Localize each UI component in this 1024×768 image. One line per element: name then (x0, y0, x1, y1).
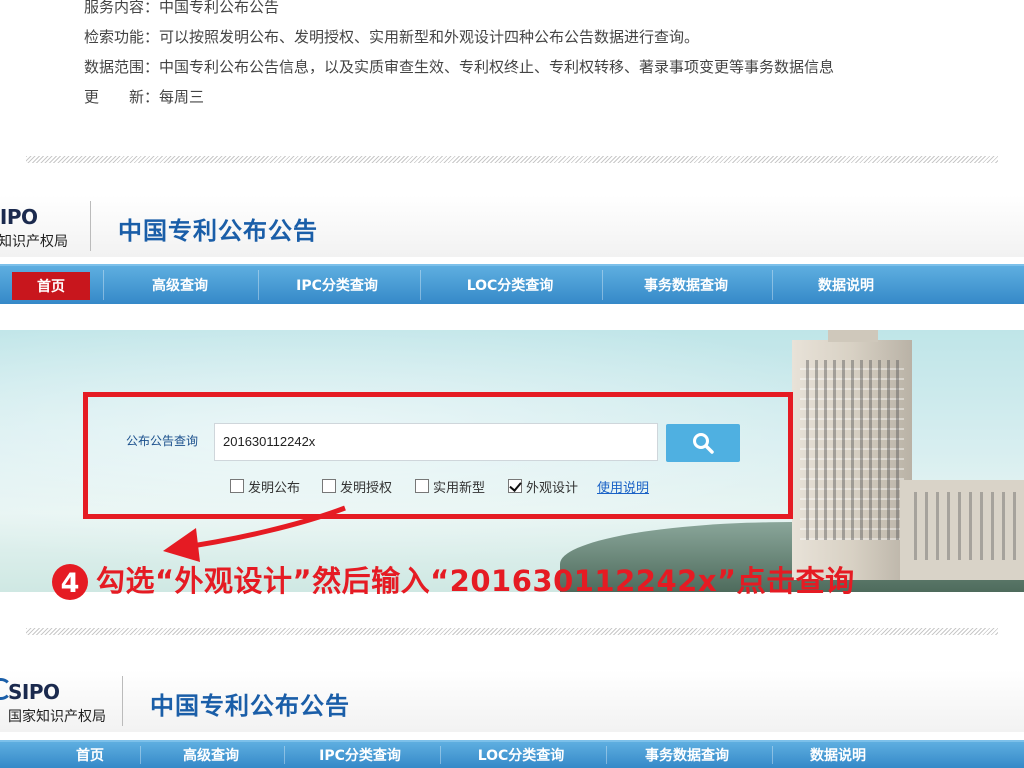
main-nav: 首页 高级查询 IPC分类查询 LOC分类查询 事务数据查询 数据说明 (0, 264, 1024, 304)
nav-item-loc-search[interactable]: LOC分类查询 (425, 266, 595, 304)
search-button[interactable] (666, 424, 740, 462)
checkbox-invention-publication[interactable]: 发明公布 (230, 476, 300, 496)
checkbox-box-checked[interactable] (508, 479, 522, 493)
checkbox-label: 实用新型 (433, 480, 486, 496)
nav-separator (440, 746, 441, 764)
site-header: SIPO 国家知识产权局 中国专利公布公告 (0, 195, 1024, 257)
nav-item-transaction-search[interactable]: 事务数据查询 (606, 266, 766, 304)
logo-text-en: SIPO (0, 205, 38, 229)
logo-text-cn: 国家知识产权局 (8, 709, 106, 725)
info-line-service: 服务内容：中国专利公布公告 (84, 0, 280, 16)
step-number-badge: 4 (52, 564, 88, 600)
nav-item-ipc-search[interactable]: IPC分类查询 (290, 742, 430, 768)
main-nav-repeat: 首页 高级查询 IPC分类查询 LOC分类查询 事务数据查询 数据说明 (0, 740, 1024, 768)
annex-building-image (900, 480, 1024, 580)
nav-item-data-description[interactable]: 数据说明 (776, 266, 916, 304)
usage-help-link[interactable]: 使用说明 (597, 477, 649, 496)
checkbox-box[interactable] (415, 479, 429, 493)
nav-separator (258, 270, 259, 300)
magnifier-icon (693, 433, 714, 454)
nav-item-advanced-search[interactable]: 高级查询 (110, 266, 250, 304)
nav-item-data-description[interactable]: 数据说明 (778, 742, 898, 768)
nav-item-home[interactable]: 首页 (12, 272, 90, 300)
checkbox-utility-model[interactable]: 实用新型 (415, 476, 485, 496)
hatched-divider (26, 628, 998, 635)
nav-item-transaction-search[interactable]: 事务数据查询 (612, 742, 762, 768)
nav-item-ipc-search[interactable]: IPC分类查询 (262, 266, 412, 304)
site-header-repeat: SIPO 国家知识产权局 中国专利公布公告 (0, 670, 1024, 732)
nav-separator (772, 746, 773, 764)
logo-divider (122, 676, 123, 726)
nav-separator (420, 270, 421, 300)
building-roof (828, 330, 878, 342)
checkbox-design[interactable]: 外观设计 (508, 476, 578, 496)
site-title[interactable]: 中国专利公布公告 (118, 211, 318, 246)
building-windows (800, 360, 904, 540)
info-line-update: 更 新：每周三 (84, 88, 205, 106)
nav-separator (772, 270, 773, 300)
nav-separator (606, 746, 607, 764)
nav-item-advanced-search[interactable]: 高级查询 (146, 742, 276, 768)
logo-text-cn: 国家知识产权局 (0, 234, 68, 250)
nav-separator (602, 270, 603, 300)
checkbox-invention-grant[interactable]: 发明授权 (322, 476, 392, 496)
search-input[interactable]: 201630112242x (214, 423, 658, 461)
site-title[interactable]: 中国专利公布公告 (150, 686, 350, 721)
office-building-image (792, 330, 912, 580)
annex-windows (906, 492, 1018, 560)
logo-divider (90, 201, 91, 251)
logo-text-en: SIPO (8, 680, 60, 704)
checkbox-box[interactable] (230, 479, 244, 493)
checkbox-label: 外观设计 (526, 480, 579, 496)
nav-item-home[interactable]: 首页 (50, 742, 130, 768)
checkbox-label: 发明公布 (248, 480, 301, 496)
checkbox-box[interactable] (322, 479, 336, 493)
checkbox-label: 发明授权 (340, 480, 393, 496)
hatched-divider (26, 156, 998, 163)
info-line-range: 数据范围：中国专利公布公告信息，以及实质审查生效、专利权终止、专利权转移、著录事… (84, 58, 835, 76)
nav-item-loc-search[interactable]: LOC分类查询 (446, 742, 596, 768)
instruction-text: 勾选“外观设计”然后输入“201630112242x”点击查询 (96, 564, 855, 598)
step-number: 4 (61, 568, 80, 599)
search-label: 公布公告查询 (126, 434, 199, 448)
nav-separator (103, 270, 104, 300)
nav-separator (284, 746, 285, 764)
info-block: 服务内容：中国专利公布公告 检索功能：可以按照发明公布、发明授权、实用新型和外观… (84, 0, 834, 112)
info-line-function: 检索功能：可以按照发明公布、发明授权、实用新型和外观设计四种公布公告数据进行查询… (84, 28, 700, 46)
nav-separator (140, 746, 141, 764)
